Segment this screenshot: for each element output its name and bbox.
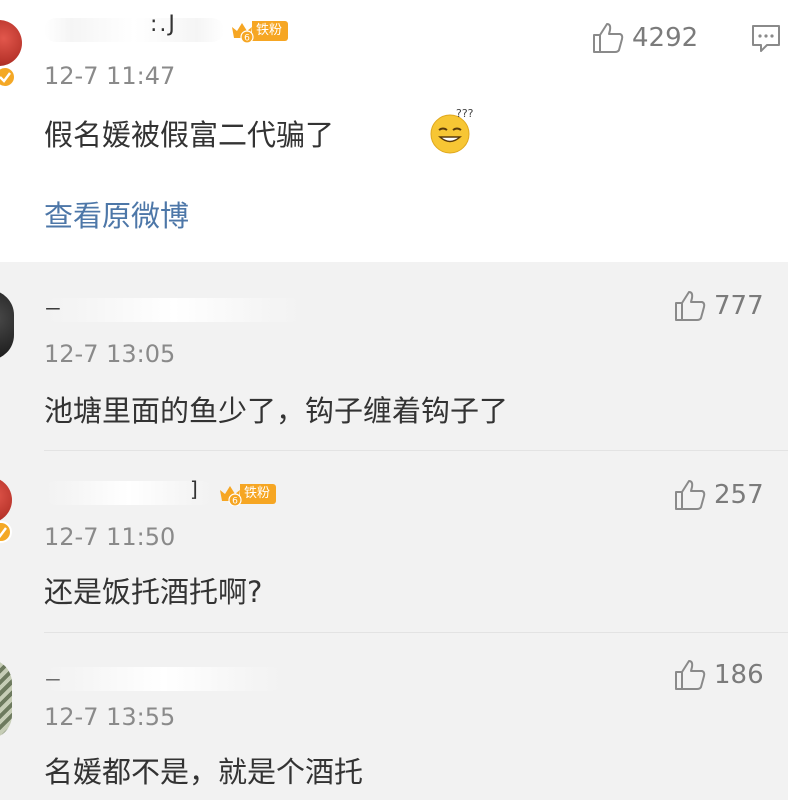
fan-badge-label: 铁粉 bbox=[240, 484, 277, 504]
avatar[interactable] bbox=[0, 20, 22, 66]
reply-time: 12-7 13:05 bbox=[44, 340, 176, 368]
like-count: 777 bbox=[714, 291, 764, 321]
thumbs-up-icon bbox=[593, 23, 624, 53]
like-count: 4292 bbox=[632, 23, 699, 53]
comment-time: 12-7 11:47 bbox=[44, 62, 176, 90]
view-original-link[interactable]: 查看原微博 bbox=[44, 193, 189, 235]
fan-badge: 6 铁粉 bbox=[218, 481, 277, 507]
thumbs-up-icon bbox=[675, 660, 706, 690]
like-button[interactable]: 777 bbox=[672, 286, 764, 326]
comment-icon[interactable] bbox=[750, 22, 782, 58]
verified-badge-icon bbox=[0, 66, 16, 88]
crown-icon: 6 bbox=[218, 482, 242, 507]
thumbs-up-icon bbox=[675, 480, 706, 510]
thumbs-up-icon bbox=[675, 291, 706, 321]
reply-text: 名媛都不是，就是个酒托 bbox=[44, 755, 364, 789]
reply-list: ㄧ 12-7 13:05 池塘里面的鱼少了，钩子缠着钩子了 777 ] 6 铁粉… bbox=[0, 262, 788, 800]
reply-text: 池塘里面的鱼少了，钩子缠着钩子了 bbox=[44, 394, 509, 428]
svg-text:???: ??? bbox=[456, 107, 474, 120]
reply-item: ] 6 铁粉 12-7 11:50 还是饭托酒托啊? 257 bbox=[0, 451, 788, 632]
reply-item: ㄧ 12-7 13:55 名媛都不是，就是个酒托 186 bbox=[0, 633, 788, 800]
username-redacted[interactable] bbox=[44, 481, 214, 505]
avatar[interactable] bbox=[0, 477, 12, 523]
sweat-smile-emoji-icon: ??? bbox=[426, 106, 476, 156]
main-comment: :.J 6 铁粉 12-7 11:47 假名媛被假富二代骗了 ??? 查看原微博… bbox=[0, 0, 788, 262]
fan-level: 6 bbox=[244, 34, 250, 44]
verified-badge-icon bbox=[0, 521, 12, 543]
like-count: 186 bbox=[714, 660, 764, 690]
fan-badge-label: 铁粉 bbox=[252, 21, 289, 41]
username-fragment: ] bbox=[190, 477, 200, 501]
crown-icon: 6 bbox=[230, 19, 254, 44]
username-redacted[interactable] bbox=[44, 18, 224, 42]
reply-time: 12-7 11:50 bbox=[44, 523, 176, 551]
username-redacted[interactable] bbox=[44, 667, 284, 691]
avatar[interactable] bbox=[0, 290, 14, 360]
like-button[interactable]: 4292 bbox=[590, 18, 698, 58]
reply-time: 12-7 13:55 bbox=[44, 703, 176, 731]
like-count: 257 bbox=[714, 480, 764, 510]
fan-level: 6 bbox=[232, 497, 238, 507]
comment-text: 假名媛被假富二代骗了 bbox=[44, 118, 335, 152]
username-fragment: ㄧ bbox=[44, 671, 64, 692]
username-fragment: :.J bbox=[150, 12, 177, 37]
like-button[interactable]: 257 bbox=[672, 475, 764, 515]
reply-item: ㄧ 12-7 13:05 池塘里面的鱼少了，钩子缠着钩子了 777 bbox=[0, 262, 788, 450]
reply-text: 还是饭托酒托啊? bbox=[44, 575, 263, 609]
fan-badge: 6 铁粉 bbox=[230, 18, 289, 44]
username-fragment: ㄧ bbox=[44, 300, 64, 321]
username-redacted[interactable] bbox=[44, 298, 304, 322]
avatar[interactable] bbox=[0, 659, 12, 739]
like-button[interactable]: 186 bbox=[672, 655, 764, 695]
